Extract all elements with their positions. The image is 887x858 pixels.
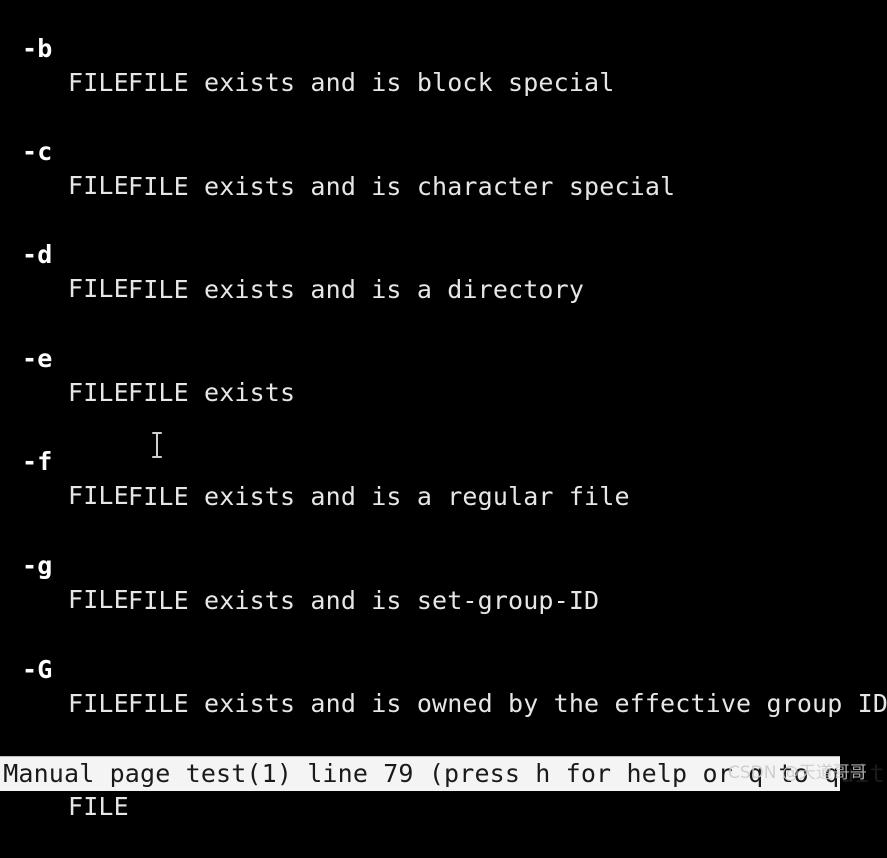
option-description-g: FILE exists and is set-group-ID xyxy=(0,550,599,615)
option-description-c: FILE exists and is character special xyxy=(0,136,675,201)
option-description: FILE exists and is owned by the effectiv… xyxy=(128,689,887,718)
option-line-b: -b FILE xyxy=(0,0,129,97)
option-arg: FILE xyxy=(68,378,129,407)
option-description: FILE exists and is character special xyxy=(128,172,676,201)
option-description: FILE exists and is set-group-ID xyxy=(128,586,600,615)
option-line-h: -h FILE xyxy=(0,722,129,821)
option-description-G: FILE exists and is owned by the effectiv… xyxy=(0,653,887,718)
pager-status-bar: Manual page test(1) line 79 (press h for… xyxy=(0,756,887,791)
option-description-e: FILE exists xyxy=(0,342,295,407)
terminal-window[interactable]: -b FILE FILE exists and is block special… xyxy=(0,0,887,821)
option-line-G: -G FILE xyxy=(0,619,129,718)
option-description-f: FILE exists and is a regular file xyxy=(0,446,630,511)
option-arg: FILE xyxy=(68,274,129,303)
option-line-d: -d FILE xyxy=(0,204,129,303)
option-arg: FILE xyxy=(68,792,129,821)
option-arg: FILE xyxy=(68,585,129,614)
option-arg: FILE xyxy=(68,689,129,718)
option-line-c: -c FILE xyxy=(0,101,129,200)
pager-status-text: Manual page test(1) line 79 (press h for… xyxy=(0,759,887,788)
option-description-b: FILE exists and is block special xyxy=(0,32,614,97)
option-line-f: -f FILE xyxy=(0,411,129,510)
text-cursor-icon xyxy=(151,431,163,459)
option-description: FILE exists and is a regular file xyxy=(128,482,630,511)
option-description: FILE exists and is a directory xyxy=(128,275,585,304)
option-arg: FILE xyxy=(68,68,129,97)
option-description: FILE exists and is block special xyxy=(128,68,615,97)
option-arg: FILE xyxy=(68,171,129,200)
option-line-g: -g FILE xyxy=(0,515,129,614)
option-line-e: -e FILE xyxy=(0,308,129,407)
option-description: FILE exists xyxy=(128,378,296,407)
option-description-d: FILE exists and is a directory xyxy=(0,239,584,304)
option-arg: FILE xyxy=(68,481,129,510)
